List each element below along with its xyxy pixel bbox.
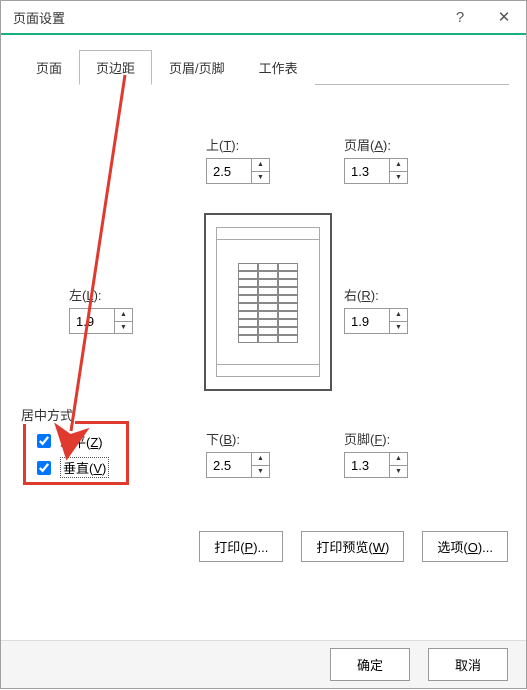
spin-bottom[interactable]: ▲▼ <box>206 452 270 478</box>
tab-margins[interactable]: 页边距 <box>79 50 152 85</box>
input-header[interactable] <box>345 159 389 183</box>
checkbox-vertical[interactable]: 垂直(V) <box>33 457 109 478</box>
window-title: 页面设置 <box>13 8 438 27</box>
input-top[interactable] <box>207 159 251 183</box>
checkbox-vertical-input[interactable] <box>37 461 51 475</box>
label-right: 右(R): <box>344 285 408 304</box>
ok-button[interactable]: 确定 <box>330 648 410 681</box>
label-bottom: 下(B): <box>206 429 270 448</box>
spin-up-icon[interactable]: ▲ <box>390 309 407 322</box>
spin-top[interactable]: ▲▼ <box>206 158 270 184</box>
spin-header[interactable]: ▲▼ <box>344 158 408 184</box>
spin-up-icon[interactable]: ▲ <box>252 159 269 172</box>
spin-up-icon[interactable]: ▲ <box>390 453 407 466</box>
label-center-group: 居中方式 <box>19 405 75 424</box>
page-preview <box>204 213 332 391</box>
checkbox-horizontal-input[interactable] <box>37 434 51 448</box>
input-footer[interactable] <box>345 453 389 477</box>
checkbox-vertical-label: 垂直(V) <box>60 457 109 478</box>
spin-down-icon[interactable]: ▼ <box>390 172 407 184</box>
label-top: 上(T): <box>206 135 270 154</box>
options-button[interactable]: 选项(O)... <box>422 531 508 562</box>
spin-down-icon[interactable]: ▼ <box>390 322 407 334</box>
spin-down-icon[interactable]: ▼ <box>252 466 269 478</box>
help-button[interactable]: ? <box>438 1 482 33</box>
print-button[interactable]: 打印(P)... <box>199 531 283 562</box>
print-preview-button[interactable]: 打印预览(W) <box>301 531 404 562</box>
titlebar: 页面设置 ? ✕ <box>1 1 526 35</box>
input-right[interactable] <box>345 309 389 333</box>
checkbox-horizontal-label: 水平(Z) <box>60 432 103 451</box>
action-buttons: 打印(P)... 打印预览(W) 选项(O)... <box>199 531 508 562</box>
label-left: 左(L): <box>69 285 133 304</box>
spin-up-icon[interactable]: ▲ <box>115 309 132 322</box>
spin-up-icon[interactable]: ▲ <box>390 159 407 172</box>
spin-down-icon[interactable]: ▼ <box>390 466 407 478</box>
label-footer: 页脚(F): <box>344 429 408 448</box>
tab-headerfooter[interactable]: 页眉/页脚 <box>152 50 242 85</box>
tab-page[interactable]: 页面 <box>19 50 79 85</box>
label-header: 页眉(A): <box>344 135 408 154</box>
spin-right[interactable]: ▲▼ <box>344 308 408 334</box>
tab-strip: 页面 页边距 页眉/页脚 工作表 <box>19 49 509 85</box>
input-left[interactable] <box>70 309 114 333</box>
page-setup-dialog: 页面设置 ? ✕ 页面 页边距 页眉/页脚 工作表 上(T): ▲▼ 页眉(A)… <box>0 0 527 689</box>
spin-down-icon[interactable]: ▼ <box>252 172 269 184</box>
dialog-footer: 确定 取消 <box>1 640 526 688</box>
close-button[interactable]: ✕ <box>482 1 526 33</box>
spin-up-icon[interactable]: ▲ <box>252 453 269 466</box>
checkbox-horizontal[interactable]: 水平(Z) <box>33 431 103 451</box>
preview-grid-icon <box>238 263 300 343</box>
cancel-button[interactable]: 取消 <box>428 648 508 681</box>
input-bottom[interactable] <box>207 453 251 477</box>
spin-left[interactable]: ▲▼ <box>69 308 133 334</box>
tab-sheet[interactable]: 工作表 <box>242 50 315 85</box>
spin-footer[interactable]: ▲▼ <box>344 452 408 478</box>
spin-down-icon[interactable]: ▼ <box>115 322 132 334</box>
